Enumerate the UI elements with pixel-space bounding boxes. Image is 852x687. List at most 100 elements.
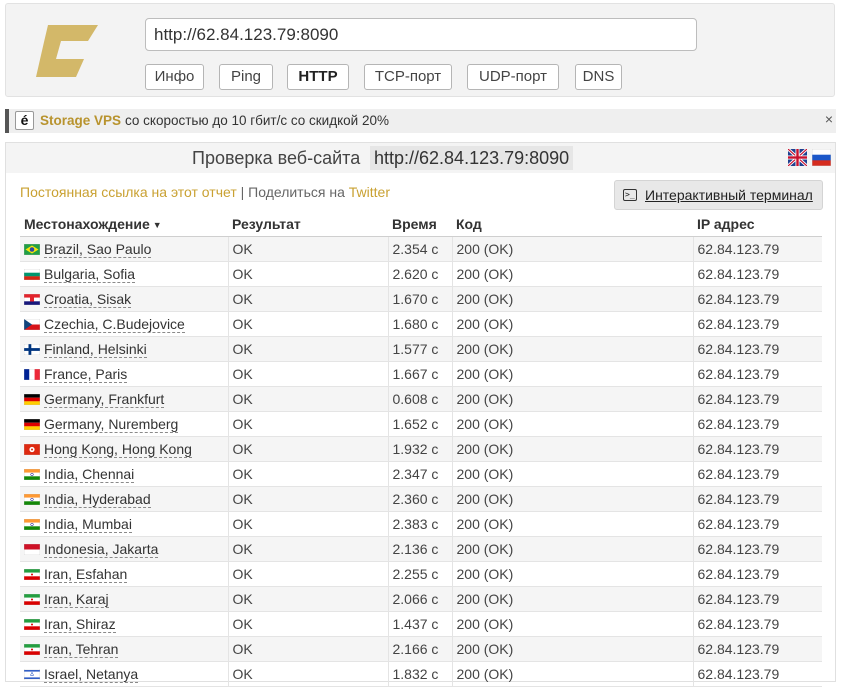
de-flag-icon xyxy=(24,394,40,405)
cell-location: Indonesia, Jakarta xyxy=(20,536,228,562)
bg-flag-icon xyxy=(24,269,40,280)
location-link[interactable]: Croatia, Sisak xyxy=(44,291,132,308)
url-input[interactable]: http://62.84.123.79:8090 xyxy=(145,18,697,51)
cell-time: 1.667 с xyxy=(387,361,452,387)
results-panel: Проверка веб-сайта http://62.84.123.79:8… xyxy=(5,142,836,687)
cell-ip: 62.84.123.79 xyxy=(692,611,822,637)
location-link[interactable]: Iran, Tehran xyxy=(44,641,119,658)
column-header-location[interactable]: Местонахождение ▼ xyxy=(20,212,228,237)
cell-time: 2.360 с xyxy=(387,486,452,512)
promo-banner[interactable]: é Storage VPS со скоростью до 10 гбит/с … xyxy=(5,109,836,133)
cell-time: 2.383 с xyxy=(387,511,452,537)
results-table: Местонахождение ▼ Результат Время Код IP … xyxy=(20,212,822,687)
location-link[interactable]: Indonesia, Jakarta xyxy=(44,541,159,558)
tab-инфо[interactable]: Инфо xyxy=(145,64,204,90)
site-header: http://62.84.123.79:8090 Инфо Ping HTTP TCP… xyxy=(5,3,835,97)
column-header-time: Время xyxy=(388,212,452,237)
tab-udp-порт[interactable]: UDP-порт xyxy=(467,64,559,90)
report-links: Постоянная ссылка на этот отчет | Подели… xyxy=(20,184,390,200)
location-link[interactable]: Germany, Nuremberg xyxy=(44,416,179,433)
ir-flag-icon xyxy=(24,644,40,655)
location-link[interactable]: Czechia, C.Budejovice xyxy=(44,316,185,333)
cell-time: 0.608 с xyxy=(387,386,452,412)
cell-location: Croatia, Sisak xyxy=(20,286,228,312)
location-link[interactable]: India, Chennai xyxy=(44,466,135,483)
table-row: Germany, Frankfurt OK 0.608 с 200 (OK) 62.84… xyxy=(20,386,822,412)
cell-time: 2.255 с xyxy=(387,561,452,587)
permalink-link[interactable]: Постоянная ссылка на этот отчет xyxy=(20,184,237,200)
checked-url: http://62.84.123.79:8090 xyxy=(370,146,574,170)
table-row: Israel, Netanya OK 1.832 с 200 (OK) 62.84.12… xyxy=(20,661,822,687)
cell-location: Germany, Frankfurt xyxy=(20,386,228,412)
br-flag-icon xyxy=(24,244,40,255)
ir-flag-icon xyxy=(24,594,40,605)
cell-ip: 62.84.123.79 xyxy=(692,661,822,687)
cell-location: Finland, Helsinki xyxy=(20,336,228,362)
cell-result: OK xyxy=(227,611,388,637)
cell-code: 200 (OK) xyxy=(451,361,693,387)
tab-ping[interactable]: Ping xyxy=(219,64,273,90)
cell-ip: 62.84.123.79 xyxy=(692,411,822,437)
cell-result: OK xyxy=(227,461,388,487)
location-link[interactable]: Israel, Netanya xyxy=(44,666,139,683)
fi-flag-icon xyxy=(24,344,40,355)
cell-time: 1.437 с xyxy=(387,611,452,637)
cell-location: France, Paris xyxy=(20,361,228,387)
location-link[interactable]: Iran, Karaj xyxy=(44,591,109,608)
location-link[interactable]: Finland, Helsinki xyxy=(44,341,147,358)
table-row: Bulgaria, Sofia OK 2.620 с 200 (OK) 62.84.12… xyxy=(20,261,822,287)
ir-flag-icon xyxy=(24,619,40,630)
location-link[interactable]: Hong Kong, Hong Kong xyxy=(44,441,192,458)
cell-result: OK xyxy=(227,361,388,387)
links-separator: | xyxy=(240,184,245,200)
tab-dns[interactable]: DNS xyxy=(575,64,622,90)
location-link[interactable]: Bulgaria, Sofia xyxy=(44,266,136,283)
table-row: Iran, Shiraz OK 1.437 с 200 (OK) 62.84.123.7… xyxy=(20,611,822,637)
cell-result: OK xyxy=(227,636,388,662)
hr-flag-icon xyxy=(24,294,40,305)
fr-flag-icon xyxy=(24,369,40,380)
de-flag-icon xyxy=(24,419,40,430)
location-link[interactable]: Iran, Esfahan xyxy=(44,566,128,583)
promo-brand[interactable]: Storage VPS xyxy=(40,109,121,133)
cell-time: 1.652 с xyxy=(387,411,452,437)
ru-flag-icon[interactable] xyxy=(812,149,831,166)
location-link[interactable]: India, Hyderabad xyxy=(44,491,151,508)
location-link[interactable]: Germany, Frankfurt xyxy=(44,391,165,408)
cell-code: 200 (OK) xyxy=(451,336,693,362)
cell-location: Czechia, C.Budejovice xyxy=(20,311,228,337)
twitter-link[interactable]: Twitter xyxy=(349,184,390,200)
location-link[interactable]: Iran, Shiraz xyxy=(44,616,116,633)
cell-ip: 62.84.123.79 xyxy=(692,536,822,562)
cell-time: 1.932 с xyxy=(387,436,452,462)
cell-result: OK xyxy=(227,586,388,612)
location-link[interactable]: France, Paris xyxy=(44,366,128,383)
cell-ip: 62.84.123.79 xyxy=(692,461,822,487)
cell-result: OK xyxy=(227,336,388,362)
cell-code: 200 (OK) xyxy=(451,311,693,337)
il-flag-icon xyxy=(24,669,40,680)
cell-time: 1.680 с xyxy=(387,311,452,337)
cell-ip: 62.84.123.79 xyxy=(692,561,822,587)
cell-code: 200 (OK) xyxy=(451,511,693,537)
tab-http[interactable]: HTTP xyxy=(287,64,349,90)
cell-code: 200 (OK) xyxy=(451,236,693,262)
uk-flag-icon[interactable] xyxy=(788,149,807,166)
close-icon[interactable]: × xyxy=(825,107,833,131)
cell-code: 200 (OK) xyxy=(451,486,693,512)
cell-time: 2.166 с xyxy=(387,636,452,662)
cell-ip: 62.84.123.79 xyxy=(692,386,822,412)
interactive-terminal-button[interactable]: >_ Интерактивный терминал xyxy=(614,180,823,210)
location-link[interactable]: Brazil, Sao Paulo xyxy=(44,241,152,258)
cell-result: OK xyxy=(227,236,388,262)
cell-location: Iran, Esfahan xyxy=(20,561,228,587)
hk-flag-icon xyxy=(24,444,40,455)
terminal-icon: >_ xyxy=(623,189,637,201)
cell-code: 200 (OK) xyxy=(451,636,693,662)
cell-time: 2.347 с xyxy=(387,461,452,487)
site-logo-icon[interactable] xyxy=(32,22,100,80)
location-link[interactable]: India, Mumbai xyxy=(44,516,132,533)
tab-tcp-порт[interactable]: TCP-порт xyxy=(364,64,452,90)
cell-result: OK xyxy=(227,386,388,412)
cell-result: OK xyxy=(227,536,388,562)
